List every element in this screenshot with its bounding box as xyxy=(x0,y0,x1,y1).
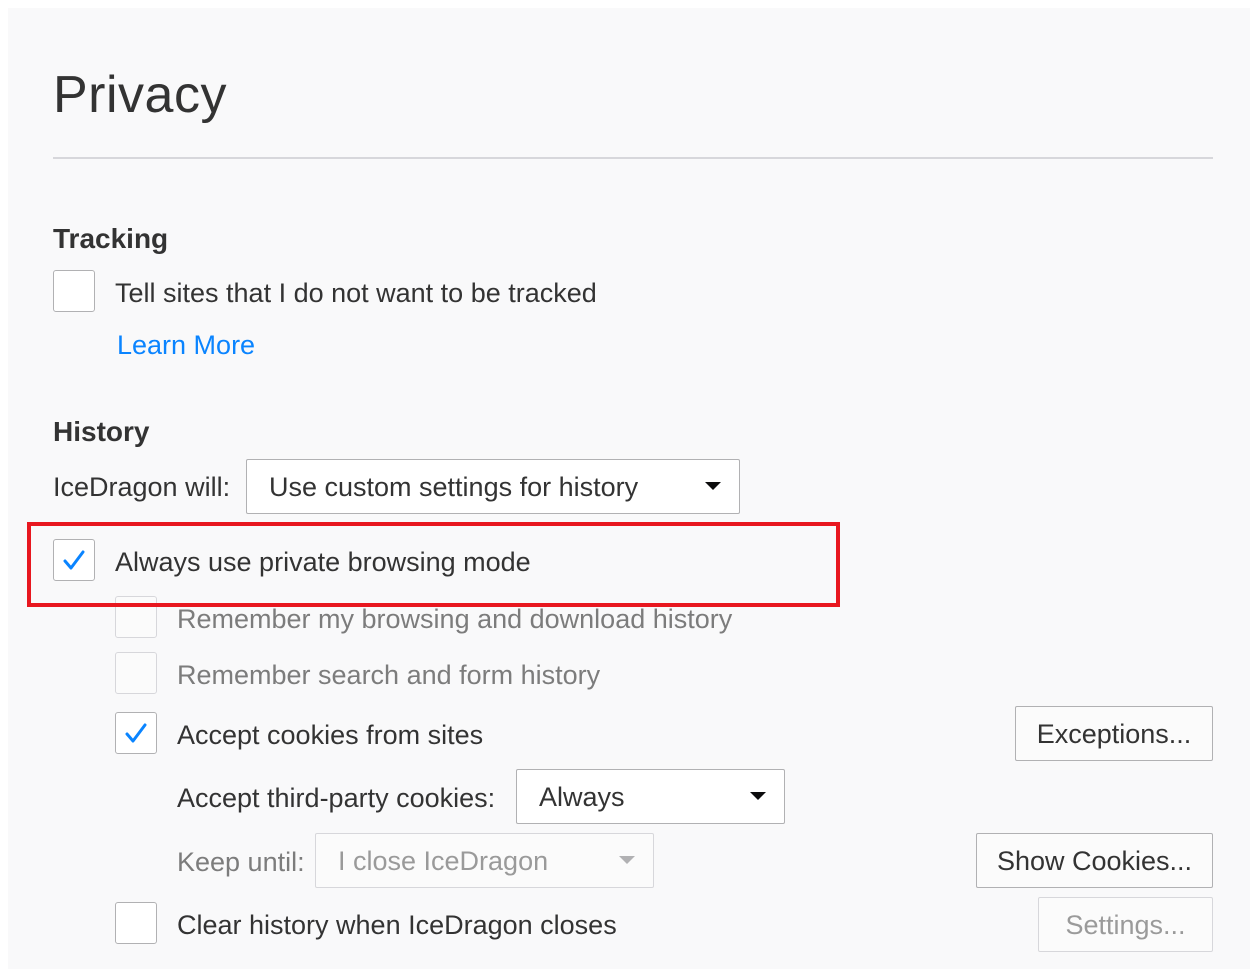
settings-button[interactable]: Settings... xyxy=(1038,897,1213,952)
page-title: Privacy xyxy=(53,66,227,124)
history-mode-value: Use custom settings for history xyxy=(269,472,639,502)
show-cookies-button[interactable]: Show Cookies... xyxy=(976,833,1213,888)
remember-browsing-label[interactable]: Remember my browsing and download histor… xyxy=(177,606,732,633)
history-will-label: IceDragon will: xyxy=(53,472,231,502)
history-mode-select[interactable]: Use custom settings for history xyxy=(246,459,740,514)
learn-more-link[interactable]: Learn More xyxy=(117,332,255,359)
third-party-cookies-select[interactable]: Always xyxy=(516,769,785,824)
title-divider xyxy=(53,157,1213,159)
keep-until-label: Keep until: xyxy=(177,847,305,877)
clear-history-checkbox[interactable] xyxy=(115,902,157,944)
checkmark-icon xyxy=(125,723,147,743)
private-mode-checkbox[interactable] xyxy=(53,539,95,581)
keep-until-value: I close IceDragon xyxy=(338,846,549,876)
accept-cookies-label[interactable]: Accept cookies from sites xyxy=(177,722,483,749)
third-party-cookies-value: Always xyxy=(539,782,625,812)
exceptions-button[interactable]: Exceptions... xyxy=(1015,706,1213,761)
third-party-cookies-label: Accept third-party cookies: xyxy=(177,783,496,813)
private-mode-label[interactable]: Always use private browsing mode xyxy=(115,549,531,576)
clear-history-label[interactable]: Clear history when IceDragon closes xyxy=(177,912,617,939)
accept-cookies-checkbox[interactable] xyxy=(115,712,157,754)
do-not-track-label[interactable]: Tell sites that I do not want to be trac… xyxy=(115,280,597,307)
exceptions-button-label: Exceptions... xyxy=(1036,719,1192,749)
checkmark-icon xyxy=(63,550,85,570)
remember-search-label[interactable]: Remember search and form history xyxy=(177,662,600,689)
do-not-track-checkbox[interactable] xyxy=(53,270,95,312)
remember-search-checkbox[interactable] xyxy=(115,652,157,694)
chevron-down-icon xyxy=(705,482,721,490)
settings-button-label: Settings... xyxy=(1065,910,1186,940)
chevron-down-icon xyxy=(750,792,766,800)
chevron-down-icon xyxy=(619,856,635,864)
remember-browsing-checkbox[interactable] xyxy=(115,596,157,638)
tracking-heading: Tracking xyxy=(53,223,169,254)
keep-until-select[interactable]: I close IceDragon xyxy=(315,833,654,888)
show-cookies-button-label: Show Cookies... xyxy=(996,846,1193,876)
history-heading: History xyxy=(53,416,150,447)
